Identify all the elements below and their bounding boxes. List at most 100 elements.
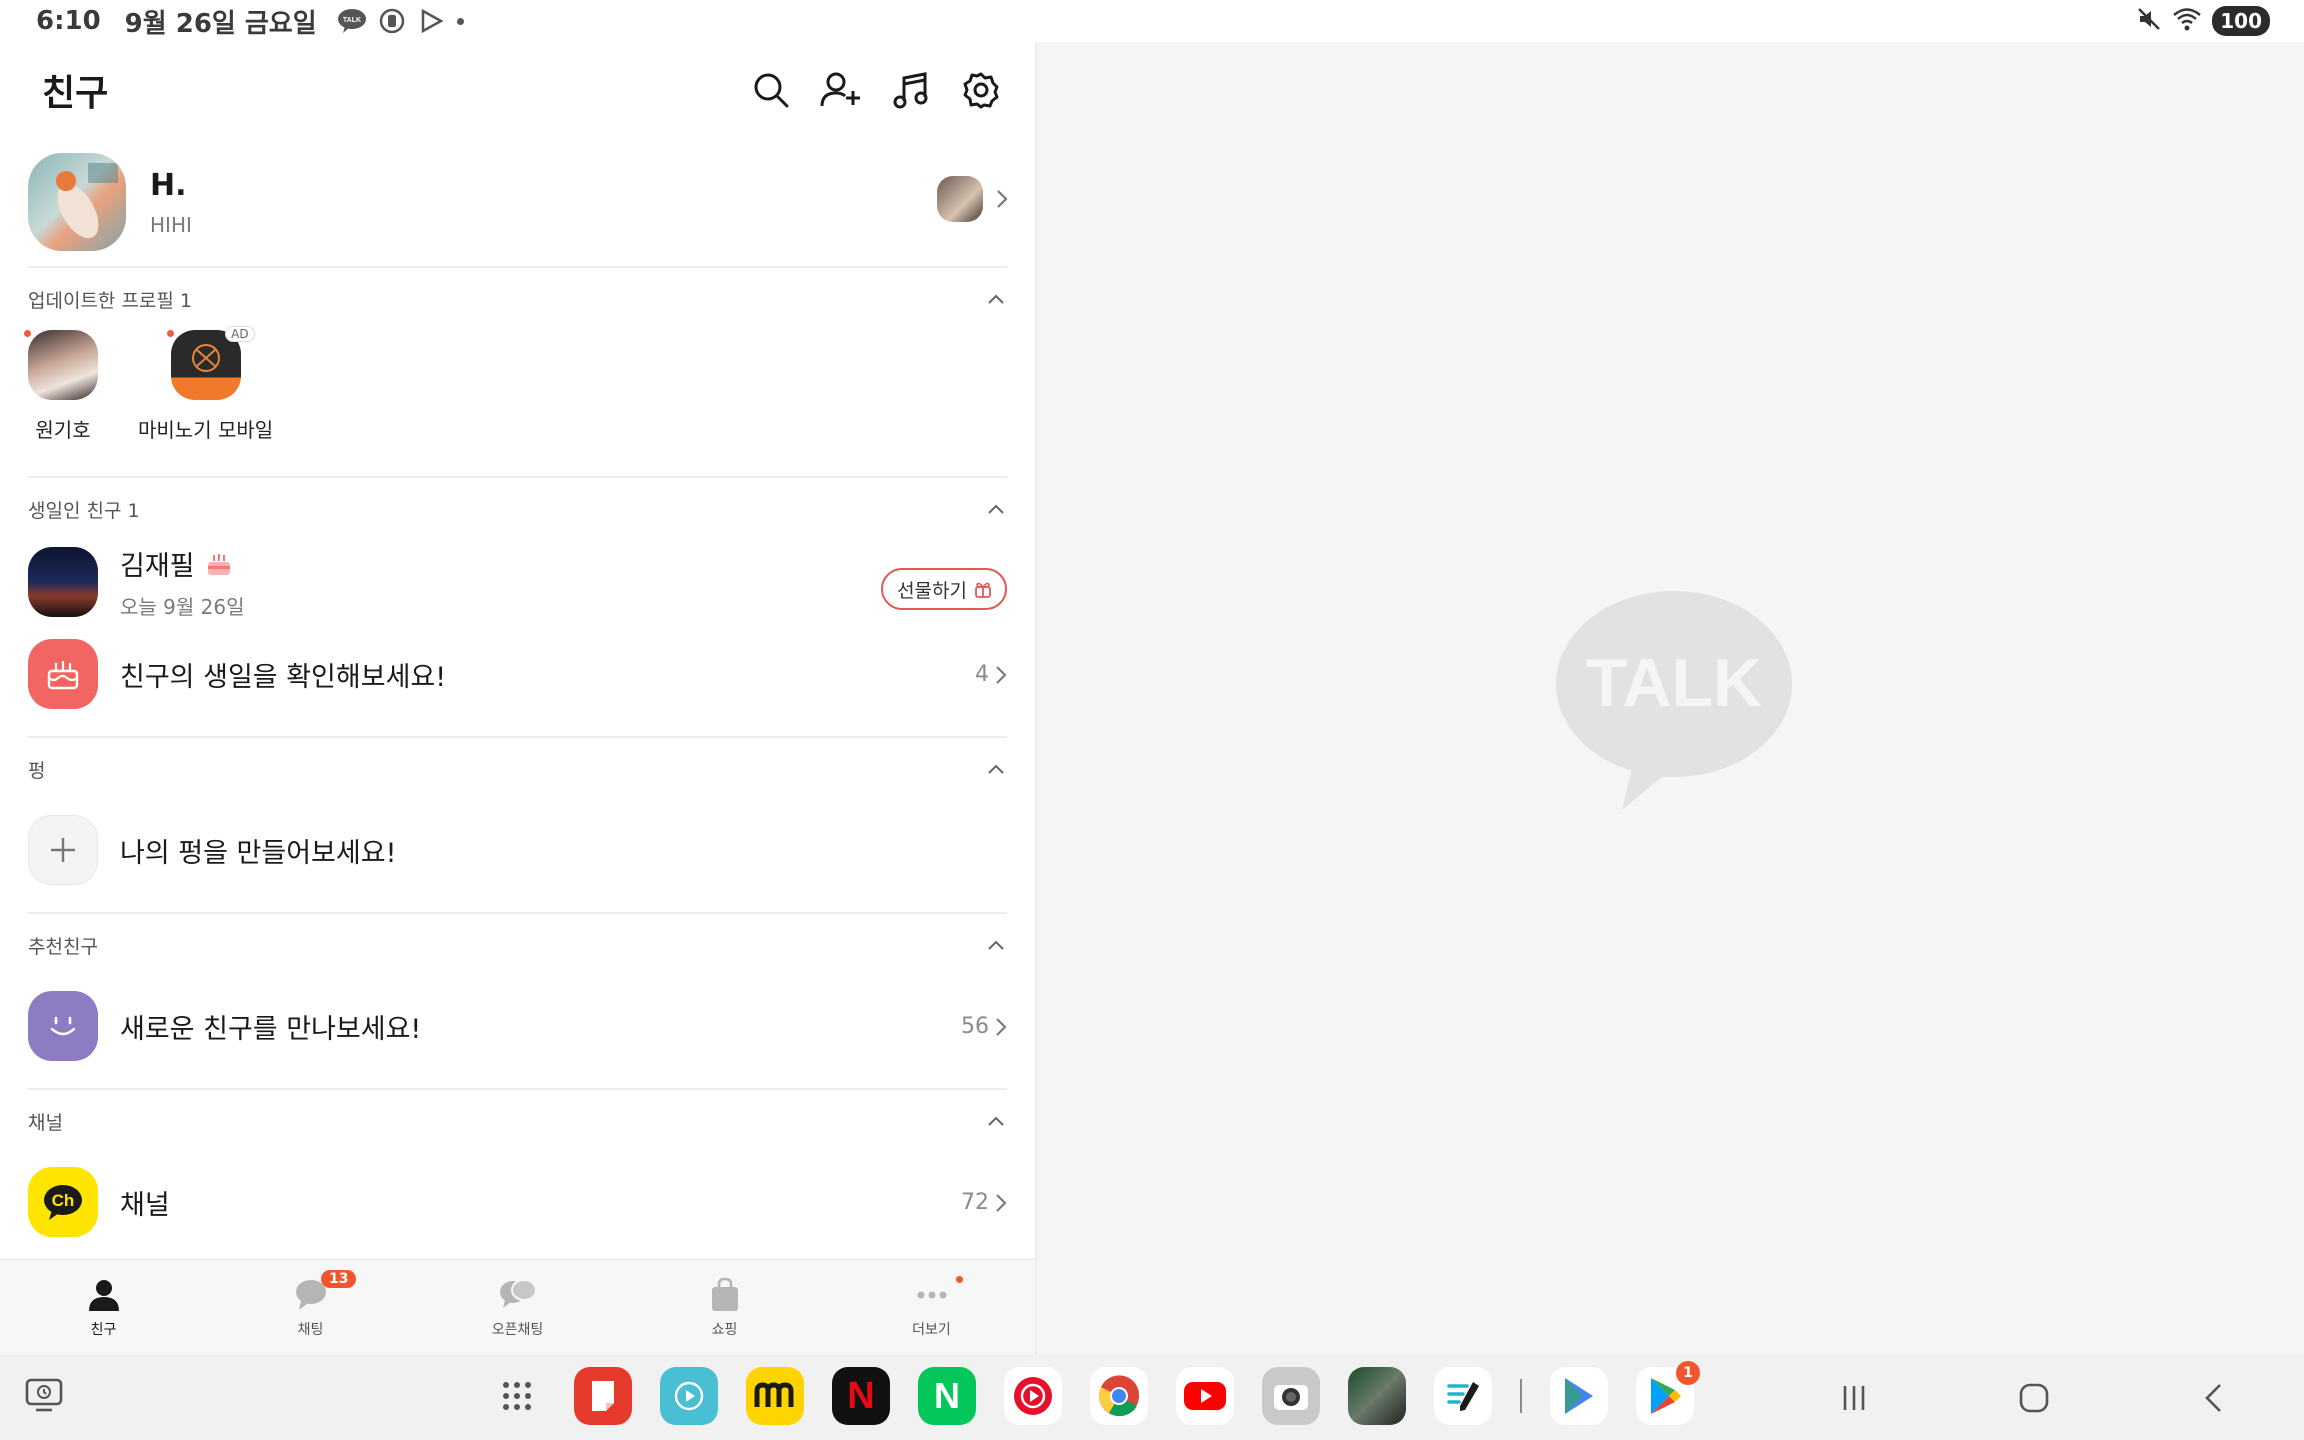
status-bar: 6:10 9월 26일 금요일 TALK 100 <box>0 0 2304 42</box>
chevron-right-icon <box>997 190 1008 208</box>
updated-profile-name: 마비노기 모바일 <box>138 418 274 442</box>
updated-profiles-header[interactable]: 업데이트한 프로필 1 <box>0 268 1035 330</box>
updated-profile-name: 원기호 <box>35 418 91 442</box>
smile-icon <box>50 1016 76 1036</box>
recommend-header[interactable]: 추천친구 <box>0 914 1035 976</box>
nav-openchat-label: 오픈채팅 <box>491 1321 544 1338</box>
netflix-letter: N <box>847 1374 875 1417</box>
nav-more-label: 더보기 <box>912 1321 951 1338</box>
add-person-icon <box>820 72 860 107</box>
recommend-count: 56 <box>961 1014 989 1039</box>
taskbar: N N 1 <box>0 1355 2304 1440</box>
gift-icon <box>975 582 991 598</box>
play-store-updates-icon[interactable]: 1 <box>1636 1361 1700 1425</box>
chevron-up-icon[interactable] <box>985 288 1007 310</box>
market-app-icon[interactable] <box>746 1367 804 1425</box>
header-actions <box>747 66 1005 114</box>
send-gift-button[interactable]: 선물하기 <box>881 568 1007 610</box>
pyeong-title: 펑 <box>28 759 46 782</box>
music-app-icon[interactable] <box>1004 1367 1062 1425</box>
birthday-date: 오늘 9월 26일 <box>120 595 245 619</box>
updated-profile-item[interactable]: AD 마비노기 모바일 <box>138 326 274 476</box>
channel-bubble-icon: Ch <box>44 1185 82 1220</box>
pyeong-header[interactable]: 펑 <box>0 738 1035 800</box>
nav-more[interactable]: 더보기 <box>828 1260 1035 1355</box>
gift-button-label: 선물하기 <box>897 579 967 602</box>
more-new-dot <box>956 1276 963 1283</box>
nav-chats[interactable]: 13 채팅 <box>207 1260 414 1355</box>
recommend-friends-label: 새로운 친구를 만나보세요! <box>120 1013 422 1045</box>
updated-profiles-title: 업데이트한 프로필 1 <box>28 289 193 312</box>
back-button[interactable] <box>2124 1355 2304 1440</box>
my-profile-avatar[interactable] <box>28 153 126 251</box>
birthday-icon-tile <box>28 639 98 709</box>
my-profile-status: HIHI <box>150 212 192 237</box>
video-player-app-icon[interactable] <box>660 1367 718 1425</box>
recents-button[interactable] <box>1764 1355 1944 1440</box>
nav-shopping-label: 쇼핑 <box>711 1321 738 1338</box>
birthday-friend-row[interactable]: 김재필 오늘 9월 26일 선물하기 <box>0 540 1035 624</box>
channel-title: 채널 <box>28 1111 63 1134</box>
check-birthdays-row[interactable]: 친구의 생일을 확인해보세요! 4 <box>0 624 1035 724</box>
add-friend-button[interactable] <box>817 66 865 114</box>
birthday-friend-name: 김재필 <box>120 551 195 582</box>
more-dots-icon <box>917 1291 946 1298</box>
camera-app-icon[interactable] <box>1262 1367 1320 1425</box>
updated-profiles-list: 원기호 AD 마비노기 모바일 <box>0 326 1035 476</box>
recommend-title: 추천친구 <box>28 935 98 958</box>
chevron-up-icon[interactable] <box>985 498 1007 520</box>
back-icon <box>2205 1383 2221 1412</box>
chevron-right-icon <box>996 1193 1007 1212</box>
my-profile-row[interactable]: H. HIHI <box>0 138 1035 266</box>
play-store-badge: 1 <box>1676 1361 1700 1385</box>
mute-icon <box>2136 6 2162 36</box>
check-birthdays-label: 친구의 생일을 확인해보세요! <box>120 661 447 693</box>
channel-row[interactable]: Ch 채널 72 <box>0 1152 1035 1252</box>
naver-letter: N <box>934 1375 960 1416</box>
settings-button[interactable] <box>957 66 1005 114</box>
channel-icon-text: Ch <box>52 1191 75 1210</box>
recent-screen-button[interactable] <box>24 1375 64 1419</box>
youtube-app-icon[interactable] <box>1176 1367 1234 1425</box>
notes-app-icon[interactable] <box>574 1367 632 1425</box>
play-store-app-icon[interactable] <box>1550 1367 1608 1425</box>
birthday-header[interactable]: 생일인 친구 1 <box>0 478 1035 540</box>
gear-icon <box>963 72 999 109</box>
talk-logo-text: TALK <box>1586 645 1762 721</box>
nav-openchat[interactable]: 오픈채팅 <box>414 1260 621 1355</box>
add-pyeong-tile <box>28 815 98 885</box>
recommend-friends-row[interactable]: 새로운 친구를 만나보세요! 56 <box>0 976 1035 1076</box>
search-button[interactable] <box>747 66 795 114</box>
channel-icon-tile: Ch <box>28 1167 98 1237</box>
naver-app-icon[interactable]: N <box>918 1367 976 1425</box>
cake-icon <box>47 661 79 690</box>
app-drawer-button[interactable] <box>488 1367 546 1425</box>
netflix-app-icon[interactable]: N <box>832 1367 890 1425</box>
status-notification-icons: TALK <box>337 6 464 36</box>
status-time: 6:10 <box>36 6 101 36</box>
wifi-icon <box>2172 6 2202 36</box>
grid-icon <box>503 1382 531 1410</box>
dock-separator <box>1520 1379 1522 1413</box>
friend-avatar <box>28 547 98 617</box>
more-notifications-dot <box>456 17 464 25</box>
my-profile-name: H. <box>150 167 187 203</box>
screen-history-icon <box>25 1378 63 1412</box>
home-button[interactable] <box>1944 1355 2124 1440</box>
pen-app-icon[interactable] <box>1434 1367 1492 1425</box>
nav-friends[interactable]: 친구 <box>0 1260 207 1355</box>
chrome-app-icon[interactable] <box>1090 1367 1148 1425</box>
recommend-icon-tile <box>28 991 98 1061</box>
chevron-up-icon[interactable] <box>985 1110 1007 1132</box>
chevron-up-icon[interactable] <box>985 758 1007 780</box>
channel-header[interactable]: 채널 <box>0 1090 1035 1152</box>
chevron-up-icon[interactable] <box>985 934 1007 956</box>
bottom-navigation: 친구 13 채팅 오픈채팅 쇼핑 더보기 <box>0 1259 1035 1355</box>
updated-profile-item[interactable]: 원기호 <box>24 330 98 476</box>
page-title: 친구 <box>42 73 109 114</box>
create-pyeong-row[interactable]: 나의 펑을 만들어보세요! <box>0 800 1035 900</box>
nav-shopping[interactable]: 쇼핑 <box>621 1260 828 1355</box>
game-app-icon[interactable] <box>1348 1367 1406 1425</box>
music-button[interactable] <box>887 66 935 114</box>
multi-profile-avatar[interactable] <box>937 176 983 222</box>
